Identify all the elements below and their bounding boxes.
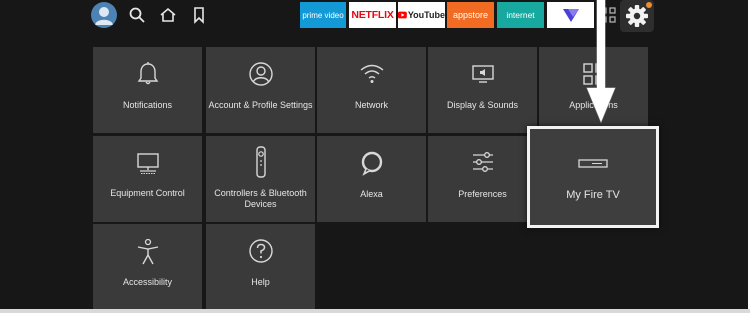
youtube-label: YouTube [407, 10, 445, 20]
tile-my-fire-tv[interactable]: My Fire TV [527, 126, 659, 228]
frame-border [0, 309, 750, 313]
search-icon[interactable] [128, 6, 146, 24]
fire-tv-settings-screen: prime video NETFLIX YouTube appstore int… [0, 0, 748, 309]
display-icon [471, 65, 494, 83]
netflix-label: NETFLIX [351, 9, 394, 21]
internet-label: internet [506, 10, 535, 20]
tile-alexa[interactable]: Alexa [317, 136, 426, 222]
tile-account-profile-settings[interactable]: Account & Profile Settings [206, 47, 315, 133]
top-navigation-bar: prime video NETFLIX YouTube appstore int… [0, 0, 748, 32]
help-icon [248, 239, 273, 263]
alexa-icon [361, 151, 382, 176]
tile-accessibility[interactable]: Accessibility [93, 224, 202, 309]
bell-icon [137, 62, 158, 85]
user-icon [95, 7, 113, 25]
profile-avatar[interactable] [91, 2, 117, 28]
tv-icon [136, 153, 159, 174]
remote-icon [255, 146, 266, 178]
profile-icon [248, 62, 273, 86]
prime-video-app[interactable]: prime video [300, 2, 346, 28]
youtube-app[interactable]: YouTube [398, 2, 445, 28]
youtube-play-icon [398, 11, 407, 19]
sliders-icon [472, 152, 493, 172]
tile-label: Help [251, 277, 270, 287]
notification-dot [646, 2, 652, 8]
pointer-arrow-icon [586, 0, 616, 124]
tile-label: Alexa [360, 189, 383, 199]
tile-label: Equipment Control [110, 188, 185, 198]
tile-preferences[interactable]: Preferences [428, 136, 537, 222]
tile-label: Network [354, 100, 388, 110]
firetv-device-icon [578, 159, 608, 168]
tile-notifications[interactable]: Notifications [93, 47, 202, 133]
home-icon[interactable] [159, 6, 177, 24]
wifi-icon [360, 64, 383, 83]
vpn-logo-icon [562, 9, 579, 22]
appstore-label: appstore [452, 10, 489, 20]
tile-label: Controllers & Bluetooth Devices [214, 188, 307, 209]
appstore-app[interactable]: appstore [447, 2, 494, 28]
tile-label: My Fire TV [566, 189, 620, 201]
tile-label: Accessibility [122, 277, 172, 287]
accessibility-icon [137, 238, 158, 265]
bookmark-icon[interactable] [190, 6, 208, 24]
tile-label: Notifications [122, 100, 173, 110]
tile-label: Display & Sounds [446, 100, 519, 110]
tile-display-sounds[interactable]: Display & Sounds [428, 47, 537, 133]
tile-network[interactable]: Network [317, 47, 426, 133]
prime-video-label: prime video [302, 10, 344, 20]
netflix-app[interactable]: NETFLIX [349, 2, 396, 28]
tile-controllers-bluetooth[interactable]: Controllers & Bluetooth Devices [206, 136, 315, 222]
internet-app[interactable]: internet [497, 2, 544, 28]
tile-label: Preferences [458, 189, 507, 199]
tile-label: Account & Profile Settings [208, 100, 313, 110]
tile-equipment-control[interactable]: Equipment Control [93, 136, 202, 222]
tile-help[interactable]: Help [206, 224, 315, 309]
